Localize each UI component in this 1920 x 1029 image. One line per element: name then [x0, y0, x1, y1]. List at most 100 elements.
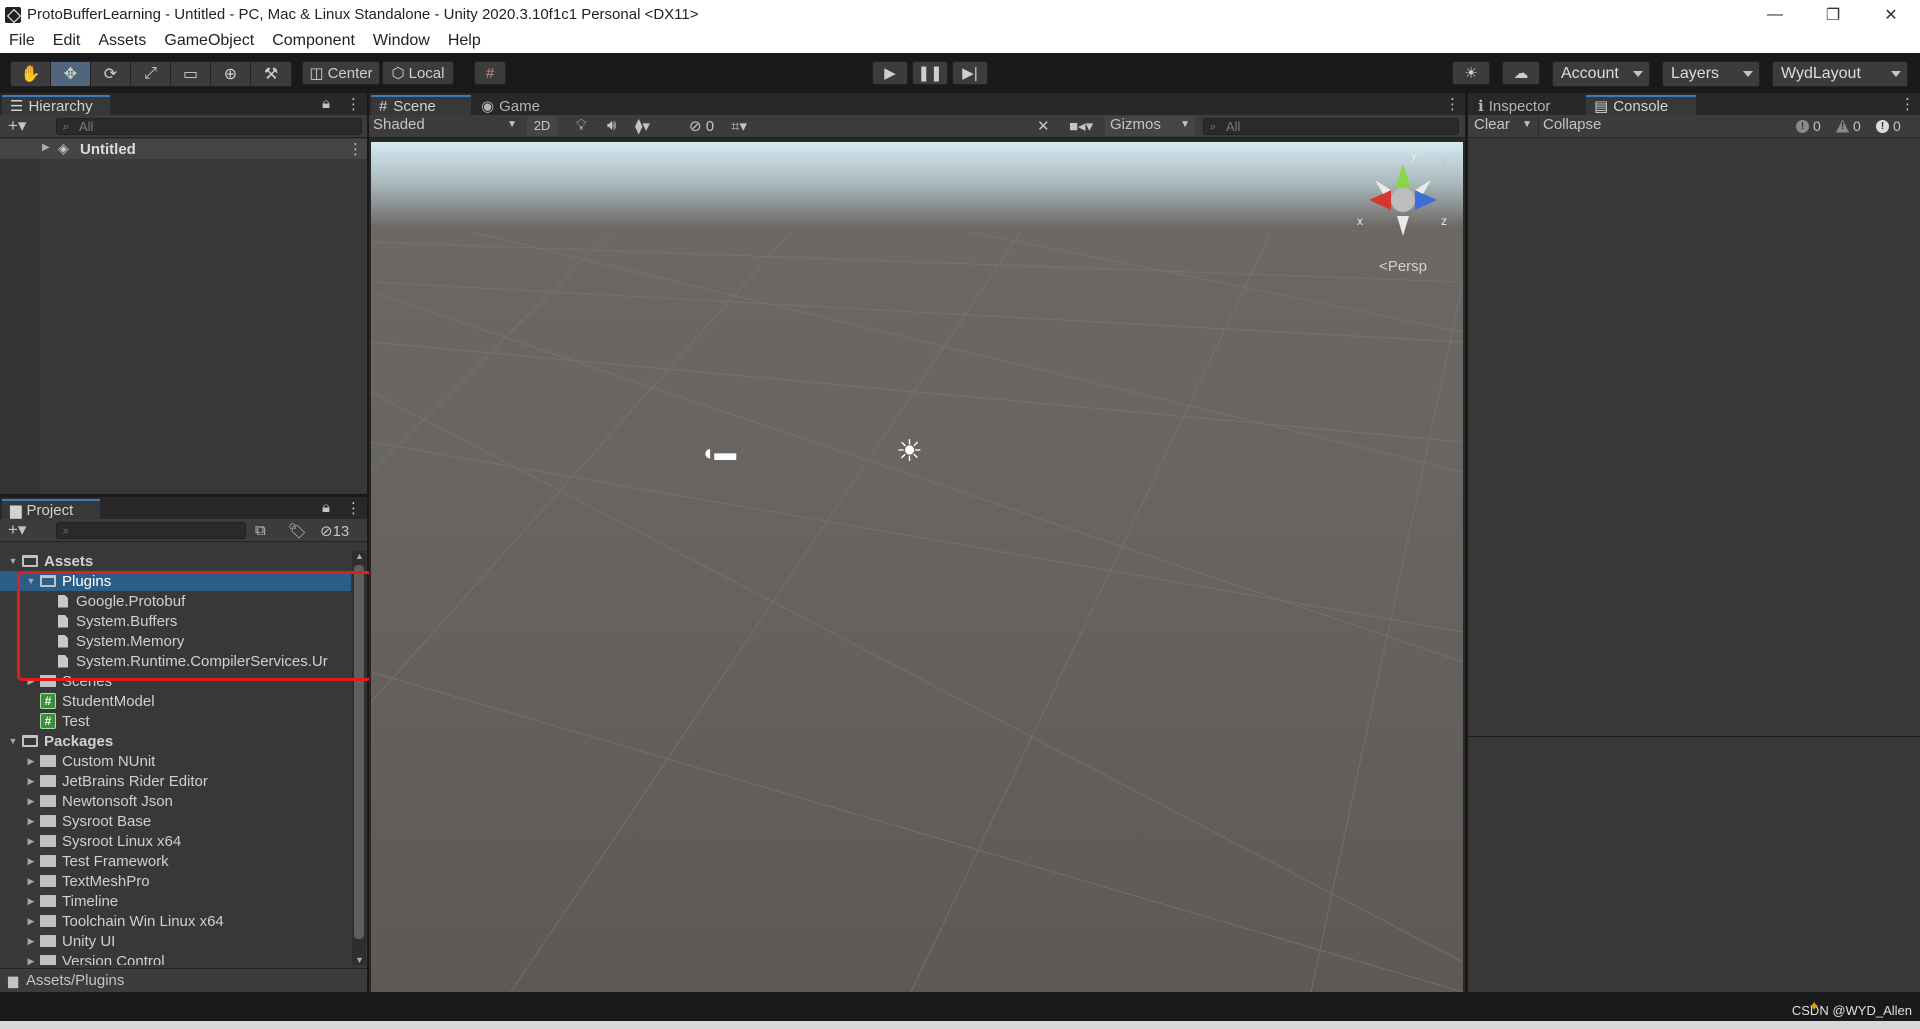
project-tree-row[interactable]: ▼ Assets [0, 551, 351, 571]
project-tree-row[interactable]: ▶ Toolchain Win Linux x64 [0, 911, 351, 931]
collapse-toggle[interactable]: Collapse [1538, 116, 1616, 136]
project-tree-row[interactable]: ▼ Packages [0, 731, 351, 751]
panel-menu-icon[interactable]: ⋮ [1445, 95, 1460, 113]
move-icon[interactable]: ✥ [51, 62, 91, 86]
scene-menu-icon[interactable]: ⋮ [348, 140, 363, 158]
create-add-icon[interactable]: +▾ [8, 520, 26, 540]
scale-icon[interactable]: ⤢ [131, 62, 171, 86]
project-tree-row[interactable]: ▶ Sysroot Base [0, 811, 351, 831]
account-dropdown[interactable]: Account [1552, 61, 1650, 87]
expand-arrow-icon[interactable]: ▶ [26, 896, 36, 906]
transform-icon[interactable]: ⊕ [211, 62, 251, 86]
play-button[interactable]: ▶ [872, 61, 908, 85]
expand-arrow-icon[interactable]: ▶ [26, 956, 36, 966]
expand-arrow-icon[interactable]: ▶ [26, 816, 36, 826]
project-tree-row[interactable]: # StudentModel [0, 691, 351, 711]
expand-arrow-icon[interactable]: ▶ [26, 916, 36, 926]
expand-arrow-icon[interactable]: ▶ [26, 796, 36, 806]
custom-tool-icon[interactable]: ⚒ [251, 62, 291, 86]
scene-row[interactable]: ▶ ◈ Untitled ⋮ [0, 139, 367, 159]
expand-arrow-icon[interactable]: ▶ [26, 856, 36, 866]
pivot-space-button[interactable]: ⬡ Local [382, 61, 454, 85]
info-count-toggle[interactable]: ! 0 [1796, 118, 1821, 134]
clear-dropdown[interactable]: Clear ▼ [1470, 116, 1536, 136]
rotate-icon[interactable]: ⟳ [91, 62, 131, 86]
collab-button[interactable]: ☁ [1502, 61, 1540, 85]
menu-window[interactable]: Window [364, 32, 439, 50]
tab-inspector[interactable]: ℹ Inspector [1470, 95, 1584, 115]
hidden-packages-toggle[interactable]: ⊘13 [320, 522, 349, 540]
expand-arrow-icon[interactable]: ▶ [26, 756, 36, 766]
expand-arrow-icon[interactable]: ▶ [26, 876, 36, 886]
hidden-objects-toggle[interactable]: ⊘ 0 [689, 117, 714, 135]
filter-by-label-icon[interactable]: 🏷︎ [288, 522, 307, 540]
collapse-arrow-icon[interactable]: ▼ [8, 556, 18, 566]
close-button[interactable]: ✕ [1862, 0, 1920, 29]
step-button[interactable]: ▶| [952, 61, 988, 85]
project-tree-row[interactable]: ▶ Custom NUnit [0, 751, 351, 771]
create-add-icon[interactable]: +▾ [8, 116, 26, 136]
scene-orientation-gizmo[interactable] [1353, 150, 1453, 240]
scene-viewport[interactable]: y x z 🔒︎ <Persp ◖▬ ☀ [371, 142, 1463, 992]
panel-menu-icon[interactable]: ⋮ [346, 499, 361, 517]
directional-light-icon[interactable]: ☀ [896, 434, 923, 469]
pivot-mode-button[interactable]: ◫ Center [302, 61, 380, 85]
layers-dropdown[interactable]: Layers [1662, 61, 1760, 87]
scroll-up-icon[interactable]: ▲ [355, 551, 364, 561]
menu-assets[interactable]: Assets [89, 32, 155, 50]
project-tree-row[interactable]: ▶ Unity UI [0, 931, 351, 951]
mode-2d-toggle[interactable]: 2D [527, 116, 557, 136]
console-detail-divider[interactable] [1468, 736, 1920, 737]
tab-hierarchy[interactable]: ☰ Hierarchy [2, 95, 110, 115]
expand-arrow-icon[interactable]: ▶ [26, 936, 36, 946]
tab-console[interactable]: ▤ Console [1586, 95, 1696, 115]
grid-snap-icon[interactable]: ⌗▾ [731, 117, 747, 135]
collapse-arrow-icon[interactable]: ▼ [8, 736, 18, 746]
project-tree-row[interactable]: ▶ Version Control [0, 951, 351, 965]
shading-mode-dropdown[interactable]: Shaded ▼ [373, 116, 521, 136]
lock-icon[interactable]: 🔒︎ [322, 95, 330, 112]
project-tree-row[interactable]: # Test [0, 711, 351, 731]
panel-menu-icon[interactable]: ⋮ [1900, 95, 1915, 113]
expand-arrow-icon[interactable]: ▶ [26, 836, 36, 846]
projection-toggle[interactable]: <Persp [1379, 258, 1427, 275]
hierarchy-search-input[interactable]: ⌕ All [56, 118, 362, 135]
project-tree-row[interactable]: ▶ Sysroot Linux x64 [0, 831, 351, 851]
hand-icon[interactable]: ✋ [11, 62, 51, 86]
expand-arrow-icon[interactable]: ▶ [42, 142, 50, 153]
warning-count-toggle[interactable]: ! 0 [1836, 118, 1861, 134]
grid-snap-button[interactable]: # [474, 61, 506, 85]
services-button[interactable]: ☀ [1452, 61, 1490, 85]
lock-icon[interactable]: 🔒︎ [322, 499, 330, 516]
menu-edit[interactable]: Edit [44, 32, 90, 50]
gizmos-dropdown[interactable]: Gizmos ▼ [1105, 116, 1195, 136]
menu-help[interactable]: Help [439, 32, 490, 50]
expand-arrow-icon[interactable]: ▶ [26, 776, 36, 786]
pause-button[interactable]: ❚❚ [912, 61, 948, 85]
minimize-button[interactable]: — [1746, 0, 1804, 29]
project-tree-row[interactable]: ▶ TextMeshPro [0, 871, 351, 891]
layout-dropdown[interactable]: WydLayout [1772, 61, 1908, 87]
menu-file[interactable]: File [0, 32, 44, 50]
project-tree-row[interactable]: ▶ Timeline [0, 891, 351, 911]
maximize-button[interactable]: ❐ [1804, 0, 1862, 29]
audio-icon[interactable]: 🔊︎ [607, 117, 616, 134]
camera-icon[interactable]: ■◂▾ [1069, 117, 1093, 135]
rect-icon[interactable]: ▭ [171, 62, 211, 86]
tab-scene[interactable]: # Scene [371, 95, 471, 115]
effects-icon[interactable]: ⧫▾ [635, 117, 650, 135]
menu-gameobject[interactable]: GameObject [155, 32, 263, 50]
project-tree-row[interactable]: ▶ Newtonsoft Json [0, 791, 351, 811]
project-tree-row[interactable]: ▶ JetBrains Rider Editor [0, 771, 351, 791]
camera-gizmo-icon[interactable]: ◖▬ [701, 440, 736, 466]
tools-icon[interactable]: ✕ [1037, 117, 1050, 135]
menu-component[interactable]: Component [263, 32, 364, 50]
scroll-down-icon[interactable]: ▼ [355, 955, 364, 965]
tab-project[interactable]: ▆ Project [2, 499, 100, 519]
project-search-input[interactable]: ⌕ [56, 522, 246, 539]
project-tree-row[interactable]: ▶ Test Framework [0, 851, 351, 871]
error-count-toggle[interactable]: ! 0 [1876, 118, 1901, 134]
tab-game[interactable]: ◉ Game [473, 95, 553, 115]
filter-by-type-icon[interactable]: ⧉ [255, 522, 266, 539]
gizmo-lock-icon[interactable]: 🔒︎ [1441, 154, 1447, 167]
